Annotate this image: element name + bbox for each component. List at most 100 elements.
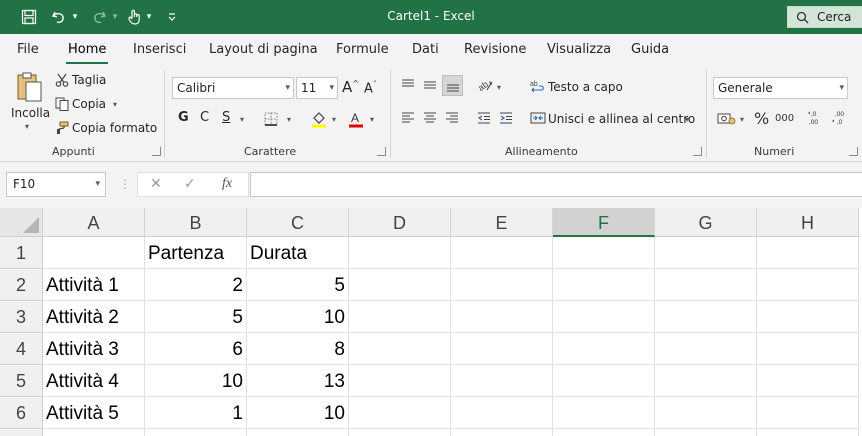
font-size-select[interactable]: 11 ▾ [296, 77, 338, 99]
format-painter-button[interactable]: Copia formato [72, 121, 157, 135]
name-box[interactable]: F10 ▾ [6, 172, 106, 197]
tab-view[interactable]: Visualizza [547, 42, 611, 57]
empty-cell[interactable] [757, 365, 859, 397]
row-header[interactable]: 2 [0, 269, 43, 301]
empty-cell[interactable] [553, 429, 655, 436]
tab-page-layout[interactable]: Layout di pagina [209, 42, 318, 57]
copy-icon[interactable] [54, 96, 70, 112]
cell-c3[interactable]: 10 [247, 301, 349, 333]
paste-icon[interactable] [14, 70, 44, 104]
tab-insert[interactable]: Inserisci [133, 42, 186, 57]
underline-dropdown-icon[interactable]: ▾ [240, 115, 244, 124]
cell-a4[interactable]: Attività 3 [43, 333, 145, 365]
empty-cell[interactable] [757, 397, 859, 429]
cell-c4[interactable]: 8 [247, 333, 349, 365]
empty-cell[interactable] [553, 333, 655, 365]
empty-cell[interactable] [349, 237, 451, 269]
align-top-icon[interactable] [399, 76, 417, 94]
column-header-a[interactable]: A [43, 208, 145, 237]
empty-cell[interactable] [349, 429, 451, 436]
cell-b3[interactable]: 5 [145, 301, 247, 333]
empty-cell[interactable] [553, 397, 655, 429]
merge-center-icon[interactable] [529, 109, 547, 127]
empty-cell[interactable] [553, 365, 655, 397]
cell-b5[interactable]: 10 [145, 365, 247, 397]
empty-cell[interactable] [247, 429, 349, 436]
cut-icon[interactable] [54, 72, 70, 88]
cell-a2[interactable]: Attività 1 [43, 269, 145, 301]
row-header[interactable]: 6 [0, 397, 43, 429]
empty-cell[interactable] [349, 301, 451, 333]
empty-cell[interactable] [349, 333, 451, 365]
cancel-icon[interactable]: ✕ [150, 176, 162, 192]
tab-file[interactable]: File [17, 42, 39, 57]
align-middle-icon[interactable] [421, 76, 439, 94]
empty-cell[interactable] [655, 397, 757, 429]
merge-center-dropdown-icon[interactable]: ▾ [685, 115, 689, 124]
format-painter-icon[interactable] [54, 120, 70, 136]
percent-button[interactable]: % [754, 109, 769, 128]
tab-data[interactable]: Dati [412, 42, 439, 57]
tab-home[interactable]: Home [68, 42, 106, 57]
empty-cell[interactable] [757, 429, 859, 436]
alignment-launcher-icon[interactable] [693, 147, 702, 156]
empty-cell[interactable] [451, 365, 553, 397]
number-format-select[interactable]: Generale ▾ [713, 77, 848, 99]
font-launcher-icon[interactable] [377, 147, 386, 156]
insert-function-button[interactable]: fx [222, 176, 232, 192]
empty-cell[interactable] [145, 429, 247, 436]
empty-cell[interactable] [349, 269, 451, 301]
column-header-b[interactable]: B [145, 208, 247, 237]
font-color-dropdown-icon[interactable]: ▾ [370, 115, 374, 124]
row-header[interactable]: 5 [0, 365, 43, 397]
column-header-h[interactable]: H [757, 208, 859, 237]
align-center-icon[interactable] [421, 109, 439, 127]
cell-c2[interactable]: 5 [247, 269, 349, 301]
empty-cell[interactable] [655, 333, 757, 365]
wrap-text-button[interactable]: Testo a capo [548, 80, 623, 94]
paste-dropdown-icon[interactable]: ▾ [25, 122, 29, 131]
thousands-separator-button[interactable]: 000 [775, 113, 794, 124]
accounting-dropdown-icon[interactable]: ▾ [740, 115, 744, 124]
grow-font-button[interactable]: A^ [342, 78, 359, 96]
align-bottom-icon[interactable] [442, 75, 463, 96]
clipboard-launcher-icon[interactable] [152, 147, 161, 156]
column-header-c[interactable]: C [247, 208, 349, 237]
orientation-dropdown-icon[interactable]: ▾ [497, 83, 501, 92]
font-name-select[interactable]: Calibri ▾ [172, 77, 294, 99]
number-launcher-icon[interactable] [849, 147, 858, 156]
increase-indent-icon[interactable] [497, 109, 515, 127]
search-box[interactable]: Cerca [787, 6, 862, 28]
cut-button[interactable]: Taglia [72, 73, 106, 87]
column-header-d[interactable]: D [349, 208, 451, 237]
decrease-indent-icon[interactable] [475, 109, 493, 127]
empty-cell[interactable] [451, 429, 553, 436]
row-header[interactable]: 4 [0, 333, 43, 365]
empty-cell[interactable] [655, 237, 757, 269]
cell-a6[interactable]: Attività 5 [43, 397, 145, 429]
paste-button[interactable]: Incolla [11, 106, 50, 120]
cell-b2[interactable]: 2 [145, 269, 247, 301]
empty-cell[interactable] [349, 397, 451, 429]
italic-button[interactable]: C [200, 110, 209, 125]
align-left-icon[interactable] [399, 109, 417, 127]
empty-cell[interactable] [43, 429, 145, 436]
empty-cell[interactable] [451, 269, 553, 301]
grip-icon[interactable]: ⋮ [119, 177, 131, 191]
cell-c6[interactable]: 10 [247, 397, 349, 429]
font-color-icon[interactable]: A [346, 109, 366, 129]
select-all-button[interactable] [0, 208, 43, 237]
cell-c1[interactable]: Durata [247, 237, 349, 269]
bold-button[interactable]: G [178, 110, 189, 125]
cell-b6[interactable]: 1 [145, 397, 247, 429]
empty-cell[interactable] [349, 365, 451, 397]
column-header-g[interactable]: G [655, 208, 757, 237]
cell-a1[interactable] [43, 237, 145, 269]
orientation-icon[interactable]: ab [476, 76, 494, 94]
fill-color-dropdown-icon[interactable]: ▾ [332, 115, 336, 124]
cell-b1[interactable]: Partenza [145, 237, 247, 269]
borders-icon[interactable] [262, 110, 280, 128]
cell-a3[interactable]: Attività 2 [43, 301, 145, 333]
row-header[interactable]: 1 [0, 237, 43, 269]
formula-input[interactable] [250, 172, 862, 197]
